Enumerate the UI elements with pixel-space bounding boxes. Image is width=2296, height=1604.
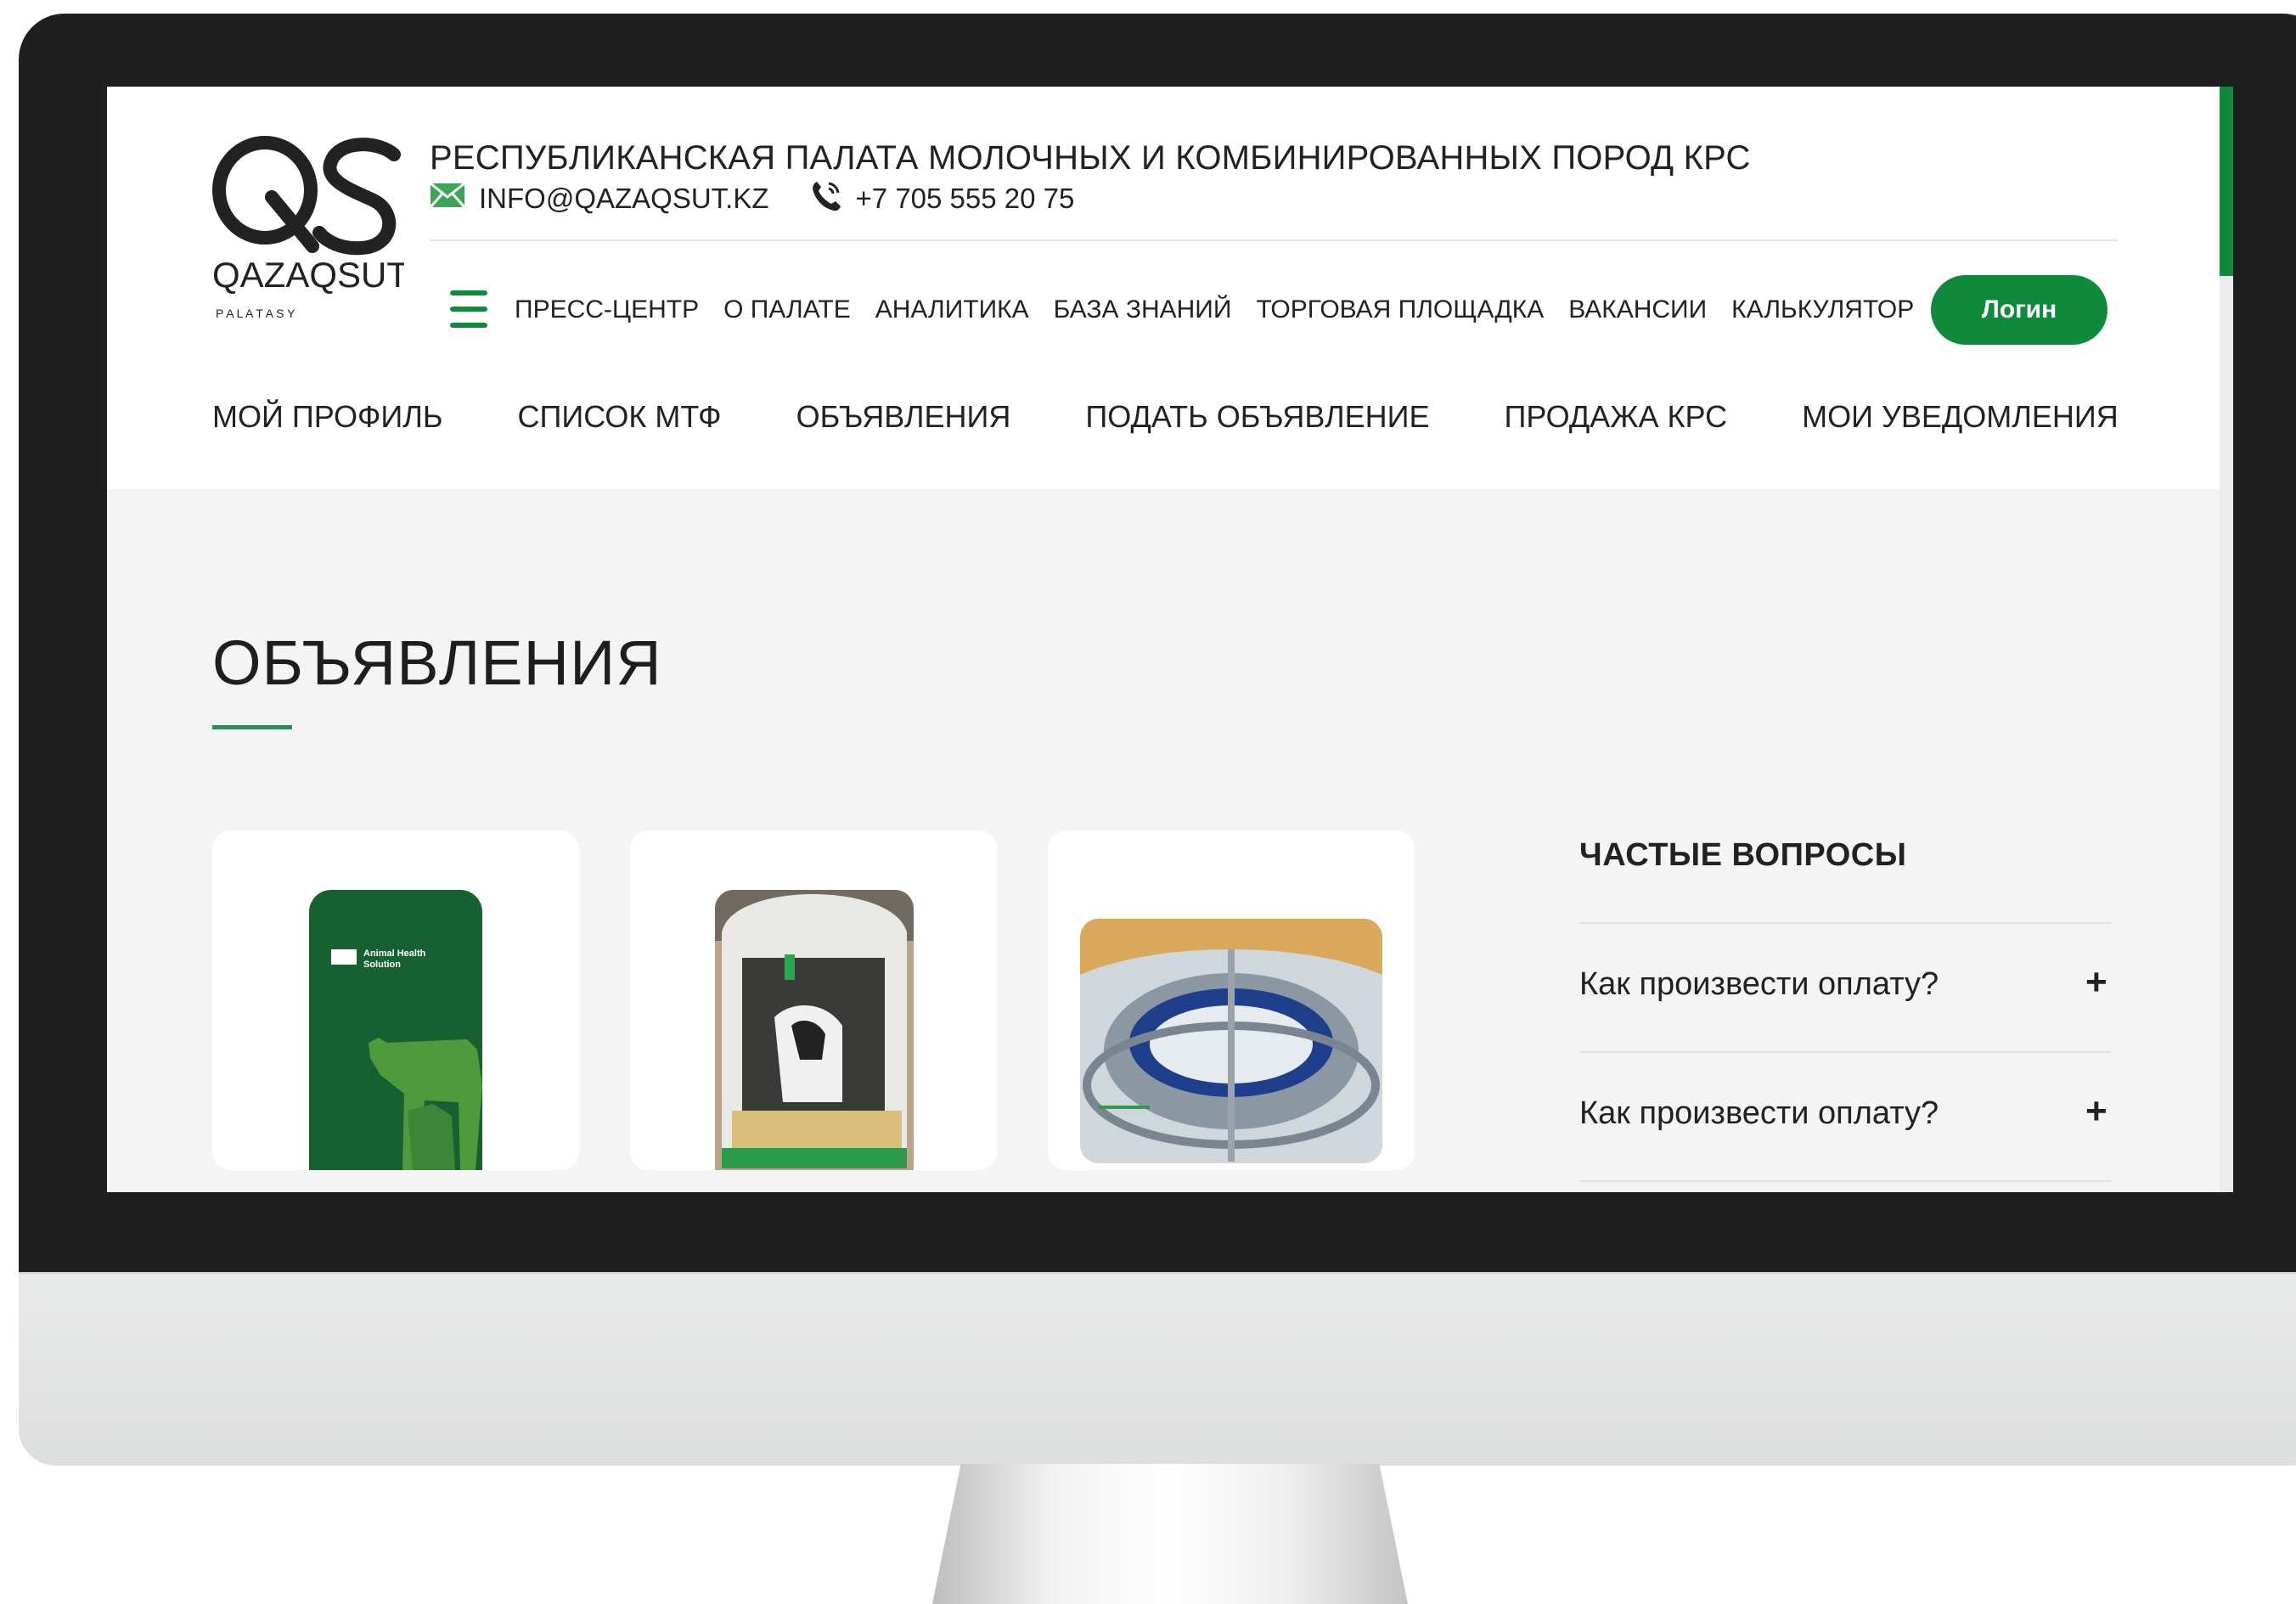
ad-card[interactable]: Animal Health Solution [212, 830, 579, 1170]
faq-title: ЧАСТЫЕ ВОПРОСЫ [1579, 837, 1907, 873]
calf-hutch-image [715, 890, 914, 1170]
logo-name: QAZAQSUT [212, 255, 404, 295]
title-underline [212, 725, 292, 729]
nav-item-knowledge-base[interactable]: БАЗА ЗНАНИЙ [1054, 295, 1232, 324]
sub-nav: МОЙ ПРОФИЛЬ СПИСОК МТФ ОБЪЯВЛЕНИЯ ПОДАТЬ… [212, 399, 2193, 435]
svg-text:Animal Health: Animal Health [363, 948, 426, 959]
top-nav: ПРЕСС-ЦЕНТР О ПАЛАТЕ АНАЛИТИКА БАЗА ЗНАН… [515, 295, 1939, 324]
contacts-bar: INFO@QAZAQSUT.KZ +7 705 555 20 75 [429, 178, 1075, 219]
faq-divider [1579, 922, 2111, 924]
faq-expand-icon[interactable]: + [2085, 1090, 2107, 1133]
subnav-item-post-ad[interactable]: ПОДАТЬ ОБЪЯВЛЕНИЕ [1085, 399, 1429, 435]
logo-mark: QAZAQSUT P A L A T A S Y [212, 136, 408, 320]
faq-question[interactable]: Как произвести оплату? [1579, 966, 1939, 1003]
rotary-milking-parlor-image [1080, 919, 1382, 1163]
logo-sub: P A L A T A S Y [216, 307, 295, 320]
faq-divider [1579, 1180, 2111, 1182]
subnav-item-my-profile[interactable]: МОЙ ПРОФИЛЬ [212, 399, 442, 435]
org-title: РЕСПУБЛИКАНСКАЯ ПАЛАТА МОЛОЧНЫХ И КОМБИН… [430, 139, 1751, 177]
animal-health-solution-product-image: Animal Health Solution [309, 890, 482, 1170]
header-divider [430, 239, 2118, 241]
ad-card[interactable] [630, 830, 997, 1170]
nav-item-marketplace[interactable]: ТОРГОВАЯ ПЛОЩАДКА [1256, 295, 1544, 324]
subnav-item-mtf-list[interactable]: СПИСОК МТФ [517, 399, 721, 435]
scrollbar-thumb[interactable] [2220, 87, 2233, 276]
email-link[interactable]: INFO@QAZAQSUT.KZ [479, 183, 769, 215]
faq-question[interactable]: Как произвести оплату? [1579, 1095, 1939, 1132]
qazaqsut-logo[interactable]: QAZAQSUT P A L A T A S Y [212, 129, 408, 326]
screen: QAZAQSUT P A L A T A S Y РЕСПУБЛИКАНСКАЯ… [107, 87, 2233, 1192]
subnav-item-notifications[interactable]: МОИ УВЕДОМЛЕНИЯ [1802, 399, 2119, 435]
faq-expand-icon[interactable]: + [2085, 961, 2107, 1004]
page-title: ОБЪЯВЛЕНИЯ [212, 628, 662, 698]
nav-item-vacancies[interactable]: ВАКАНСИИ [1568, 295, 1707, 324]
svg-text:Solution: Solution [363, 960, 401, 970]
nav-item-analytics[interactable]: АНАЛИТИКА [875, 295, 1029, 324]
login-button[interactable]: Логин [1931, 275, 2107, 345]
ad-card[interactable] [1048, 830, 1415, 1170]
nav-item-about[interactable]: О ПАЛАТЕ [723, 295, 851, 324]
phone-link[interactable]: +7 705 555 20 75 [856, 183, 1075, 215]
monitor-chin [19, 1272, 2296, 1466]
subnav-item-cattle-sale[interactable]: ПРОДАЖА КРС [1505, 399, 1728, 435]
hamburger-menu-icon[interactable] [450, 290, 487, 333]
phone-icon [810, 178, 842, 219]
subnav-item-ads[interactable]: ОБЪЯВЛЕНИЯ [796, 399, 1011, 435]
nav-item-press-center[interactable]: ПРЕСС-ЦЕНТР [515, 295, 699, 324]
monitor-stand [932, 1464, 1408, 1604]
faq-divider [1579, 1051, 2111, 1053]
envelope-icon [429, 182, 466, 215]
nav-item-calculator[interactable]: КАЛЬКУЛЯТОР [1731, 295, 1914, 324]
